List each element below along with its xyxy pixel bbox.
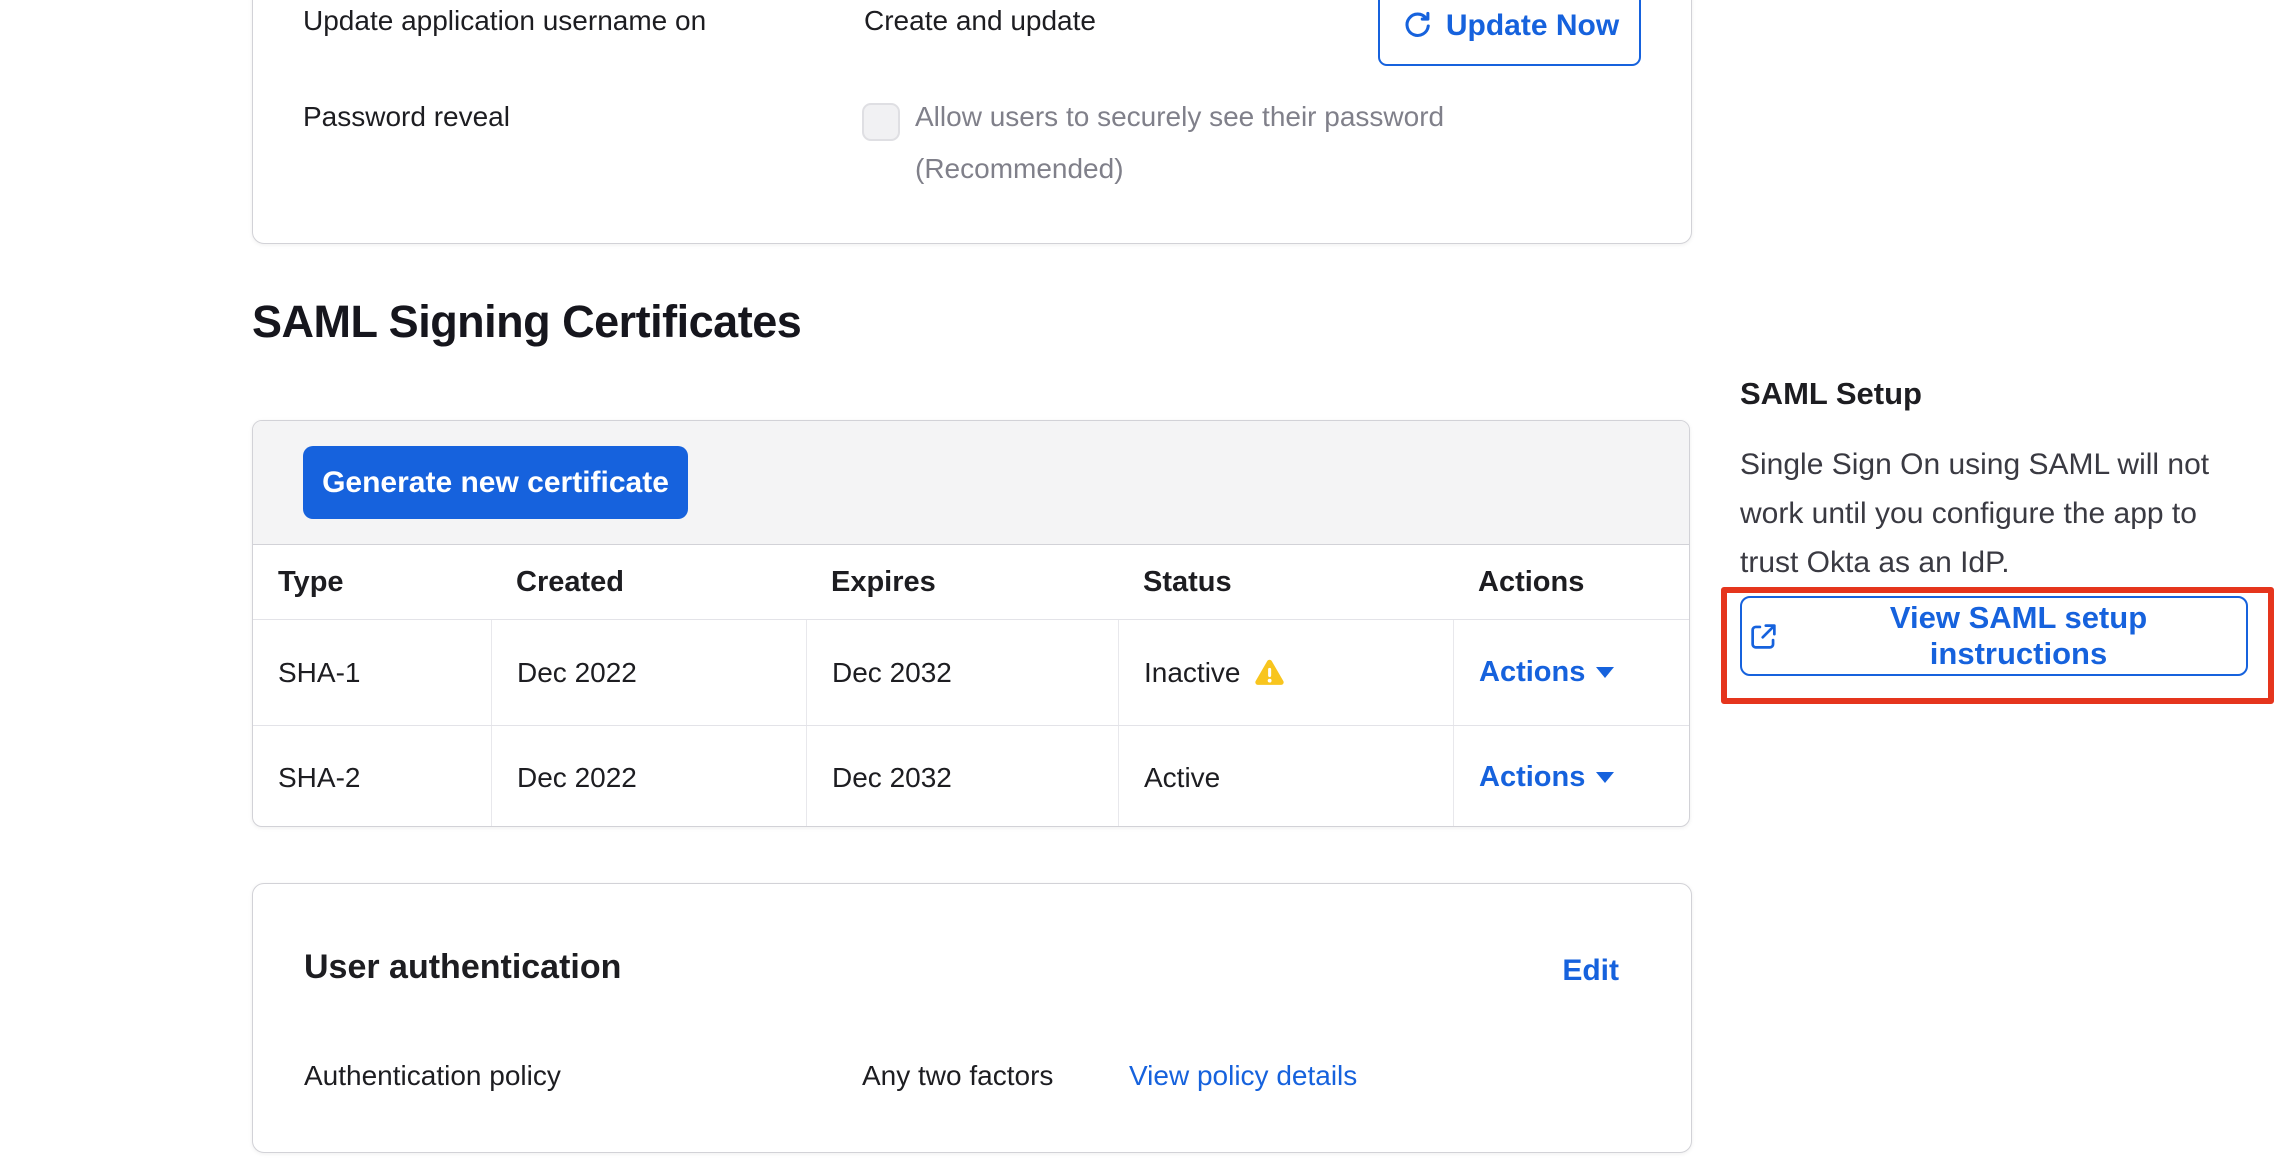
username-update-label: Update application username on [303,5,706,37]
cell-status: Inactive [1118,620,1453,725]
username-update-value: Create and update [864,5,1096,37]
signon-settings-card: Update application username on Create an… [252,0,1692,244]
table-row-sha1: SHA-1 Dec 2022 Dec 2032 Inactive [253,620,1689,725]
certificates-toolbar: Generate new certificate [253,421,1689,545]
view-saml-setup-instructions-button[interactable]: View SAML setup instructions [1740,596,2248,676]
user-authentication-card: User authentication Edit Authentication … [252,883,1692,1153]
warning-icon [1254,659,1285,687]
saml-setup-heading: SAML Setup [1740,376,1922,412]
refresh-icon [1400,10,1432,42]
saml-setup-description-line: work until you configure the app to [1740,489,2209,538]
cell-expires: Dec 2032 [806,726,1118,827]
password-reveal-checkbox[interactable] [862,103,900,141]
saml-setup-description-line: trust Okta as an IdP. [1740,538,2209,587]
column-header-type: Type [253,545,491,619]
page: Update application username on Create an… [0,0,2279,1158]
generate-certificate-button[interactable]: Generate new certificate [303,446,688,519]
cell-created: Dec 2022 [491,726,806,827]
user-authentication-title: User authentication [304,948,621,987]
column-header-created: Created [491,545,806,619]
cell-actions: Actions [1453,726,1689,827]
actions-label: Actions [1479,656,1585,689]
view-policy-details-link[interactable]: View policy details [1129,1060,1357,1092]
view-saml-setup-instructions-label: View SAML setup instructions [1797,600,2240,672]
cell-status: Active [1118,726,1453,827]
page-title: SAML Signing Certificates [252,296,801,348]
password-reveal-label: Password reveal [303,101,510,133]
actions-label: Actions [1479,761,1585,794]
cell-type: SHA-1 [253,620,491,725]
cell-type: SHA-2 [253,726,491,827]
status-text: Active [1144,762,1220,794]
certificates-panel: Generate new certificate Type Created Ex… [252,420,1690,827]
table-row-sha2: SHA-2 Dec 2022 Dec 2032 Active Actions [253,725,1689,827]
update-now-button[interactable]: Update Now [1378,0,1641,66]
status-text: Inactive [1144,657,1241,689]
actions-dropdown[interactable]: Actions [1479,656,1614,689]
edit-link[interactable]: Edit [1562,954,1619,988]
saml-setup-description-line: Single Sign On using SAML will not [1740,440,2209,489]
chevron-down-icon [1596,772,1614,783]
saml-setup-description: Single Sign On using SAML will not work … [1740,440,2209,587]
cell-actions: Actions [1453,620,1689,725]
certificates-table-body: SHA-1 Dec 2022 Dec 2032 Inactive [253,619,1689,827]
certificates-table-header: Type Created Expires Status Actions [253,545,1689,619]
update-now-label: Update Now [1446,9,1619,43]
authentication-policy-label: Authentication policy [304,1060,561,1092]
column-header-expires: Expires [806,545,1118,619]
column-header-status: Status [1118,545,1453,619]
external-link-icon [1748,621,1779,652]
password-reveal-recommended-note: (Recommended) [915,153,1124,185]
chevron-down-icon [1596,667,1614,678]
column-header-actions: Actions [1453,545,1689,619]
cell-created: Dec 2022 [491,620,806,725]
cell-expires: Dec 2032 [806,620,1118,725]
actions-dropdown[interactable]: Actions [1479,761,1614,794]
password-reveal-checkbox-text: Allow users to securely see their passwo… [915,101,1444,133]
authentication-policy-value: Any two factors [862,1060,1053,1092]
